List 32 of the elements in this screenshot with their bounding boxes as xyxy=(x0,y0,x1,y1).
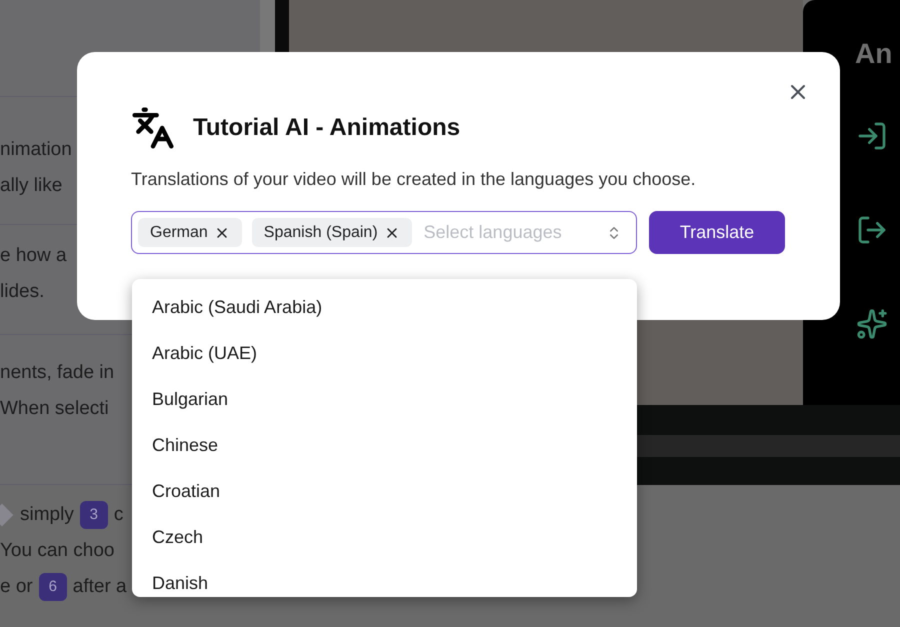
language-option[interactable]: Croatian xyxy=(132,468,637,514)
language-option[interactable]: Danish xyxy=(132,560,637,597)
language-option[interactable]: Czech xyxy=(132,514,637,560)
exit-icon[interactable] xyxy=(856,214,888,246)
editor-text: e or xyxy=(0,575,33,599)
editor-text: lides. xyxy=(0,280,44,304)
step-number: 3 xyxy=(80,501,108,529)
language-option[interactable]: Arabic (Saudi Arabia) xyxy=(132,284,637,330)
editor-text: When selecti xyxy=(0,397,109,421)
language-option[interactable]: Bulgarian xyxy=(132,376,637,422)
editor-text: You can choo xyxy=(0,539,114,563)
step-number: 6 xyxy=(38,573,67,601)
editor-text: after a xyxy=(72,575,127,599)
editor-text: e how a xyxy=(0,244,67,268)
panel-title: An xyxy=(854,37,892,71)
dialog-description: Translations of your video will be created in the languages you choose. xyxy=(131,168,697,191)
enter-icon[interactable] xyxy=(856,120,888,152)
editor-text: c xyxy=(114,503,124,527)
language-select[interactable]: German Spanish (Spain) Select languages xyxy=(131,211,637,254)
translate-button[interactable]: Translate xyxy=(649,211,785,254)
chip-label: German xyxy=(150,222,208,242)
editor-text: simply xyxy=(20,503,74,527)
editor-text: ally like xyxy=(0,174,62,198)
language-search[interactable]: Select languages xyxy=(422,219,596,246)
sparkles-icon[interactable] xyxy=(856,308,888,340)
language-option[interactable]: Chinese xyxy=(132,422,637,468)
translate-icon xyxy=(131,106,175,150)
dialog-title: Tutorial AI - Animations xyxy=(193,113,460,143)
editor-text: nimation xyxy=(0,138,72,162)
editor-text: nents, fade in xyxy=(0,361,114,385)
chip-label: Spanish (Spain) xyxy=(264,222,378,242)
language-option[interactable]: Arabic (UAE) xyxy=(132,330,637,376)
